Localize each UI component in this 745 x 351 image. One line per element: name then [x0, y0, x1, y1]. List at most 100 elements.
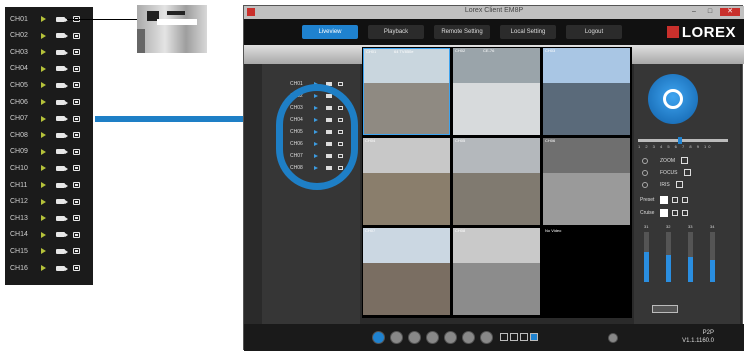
tab-liveview[interactable]: Liveview	[302, 25, 358, 39]
camera-icon[interactable]	[56, 66, 68, 72]
record-icon[interactable]	[73, 248, 80, 255]
play-icon[interactable]	[41, 32, 46, 39]
camera-icon[interactable]	[56, 49, 68, 55]
camera-icon[interactable]	[56, 116, 68, 122]
play-icon[interactable]	[41, 16, 46, 22]
play-icon[interactable]	[41, 248, 46, 255]
fullscreen-icon[interactable]	[462, 331, 475, 344]
channel-label: CH04	[10, 65, 28, 73]
play-icon[interactable]	[41, 49, 46, 56]
play-icon[interactable]	[41, 265, 46, 271]
record-icon[interactable]	[73, 82, 80, 89]
focus-control[interactable]: FOCUS	[642, 168, 722, 177]
video-cell-5[interactable]: CH05	[453, 138, 540, 225]
camera-icon[interactable]	[56, 248, 68, 254]
image-adjust-slider[interactable]	[666, 232, 671, 282]
ptz-center-icon[interactable]	[663, 89, 683, 109]
tab-local-setting[interactable]: Local Setting	[500, 25, 556, 39]
play-icon[interactable]	[41, 165, 46, 172]
preview-icon[interactable]	[372, 331, 385, 344]
tab-logout[interactable]: Logout	[566, 25, 622, 39]
camera-icon[interactable]	[56, 99, 68, 105]
record-icon[interactable]	[73, 231, 80, 238]
camera-icon[interactable]	[56, 149, 68, 155]
play-icon[interactable]	[41, 198, 46, 205]
play-icon[interactable]	[41, 65, 46, 72]
camera-icon[interactable]	[56, 132, 68, 138]
play-icon[interactable]	[41, 99, 46, 105]
camera-icon[interactable]	[56, 82, 68, 88]
minimize-button[interactable]: –	[688, 8, 700, 16]
record-icon[interactable]	[73, 198, 80, 205]
video-cell-7[interactable]: CH07	[363, 228, 450, 315]
image-adjust-slider[interactable]	[688, 232, 693, 282]
record-icon[interactable]	[73, 49, 80, 56]
camera-icon[interactable]	[56, 182, 68, 188]
camera-icon[interactable]	[56, 232, 68, 238]
preset-label: Preset	[640, 197, 655, 203]
tab-playback[interactable]: Playback	[368, 25, 424, 39]
layout-16-button[interactable]	[530, 333, 538, 341]
record-icon[interactable]	[73, 165, 80, 172]
record-icon[interactable]	[73, 99, 80, 105]
play-icon[interactable]	[41, 231, 46, 238]
video-cell-4[interactable]: CH04	[363, 138, 450, 225]
record-icon[interactable]	[73, 215, 80, 222]
audio-icon[interactable]	[426, 331, 439, 344]
play-icon[interactable]	[41, 215, 46, 222]
record-icon[interactable]	[73, 265, 80, 271]
play-icon[interactable]	[41, 82, 46, 89]
snapshot-icon[interactable]	[390, 331, 403, 344]
camera-icon[interactable]	[56, 165, 68, 171]
camera-icon[interactable]	[56, 33, 68, 39]
record-icon[interactable]	[73, 65, 80, 72]
camera-icon[interactable]	[56, 215, 68, 221]
camera-icon[interactable]	[56, 265, 68, 271]
layout-4-button[interactable]	[510, 333, 518, 341]
channel-label: CH07	[10, 115, 28, 123]
video-cell-2[interactable]: CH02 CE-76	[453, 48, 540, 135]
settings-icon[interactable]	[480, 331, 493, 344]
no-video-cell[interactable]: No Video	[543, 228, 630, 315]
layout-1-button[interactable]	[500, 333, 508, 341]
image-adjust-slider[interactable]	[710, 232, 715, 282]
talk-icon[interactable]	[444, 331, 457, 344]
close-button[interactable]: ✕	[720, 8, 740, 16]
record-icon[interactable]	[73, 132, 80, 139]
bar-number: 34	[710, 224, 715, 229]
cruise-input[interactable]	[660, 209, 669, 217]
ptz-speed-slider[interactable]	[638, 137, 728, 144]
zoom-control[interactable]: ZOOM	[642, 156, 722, 165]
preset-input[interactable]	[660, 196, 669, 204]
tab-remote-setting[interactable]: Remote Setting	[434, 25, 490, 39]
record-icon[interactable]	[408, 331, 421, 344]
record-icon[interactable]	[73, 115, 80, 122]
preset-call-button[interactable]	[682, 197, 689, 203]
video-cell-6[interactable]: CH06	[543, 138, 630, 225]
layout-9-button[interactable]	[520, 333, 528, 341]
record-icon[interactable]	[73, 148, 80, 155]
channel-label: CH01	[10, 15, 28, 23]
maximize-button[interactable]: □	[704, 8, 716, 16]
camera-icon[interactable]	[56, 199, 68, 205]
play-icon[interactable]	[41, 148, 46, 155]
reset-button[interactable]	[652, 305, 678, 313]
video-cell-1[interactable]: CH01 64 TV850e	[363, 48, 450, 135]
play-icon[interactable]	[41, 182, 46, 188]
play-icon[interactable]	[41, 132, 46, 139]
video-cell-8[interactable]: CH08	[453, 228, 540, 315]
preset-set-button[interactable]	[672, 197, 679, 203]
play-icon[interactable]	[41, 115, 46, 122]
channel-row: CH05	[5, 77, 93, 93]
ptz-direction-pad[interactable]	[648, 74, 698, 124]
volume-icon[interactable]	[608, 333, 618, 343]
image-adjust-slider[interactable]	[644, 232, 649, 282]
record-icon[interactable]	[73, 32, 80, 39]
video-cell-3[interactable]: CH03	[543, 48, 630, 135]
record-icon[interactable]	[73, 182, 80, 188]
cruise-stop-button[interactable]	[682, 210, 689, 216]
cruise-start-button[interactable]	[672, 210, 679, 216]
record-icon[interactable]	[338, 81, 343, 86]
iris-control[interactable]: IRIS	[642, 180, 722, 189]
camera-icon[interactable]	[56, 16, 68, 22]
